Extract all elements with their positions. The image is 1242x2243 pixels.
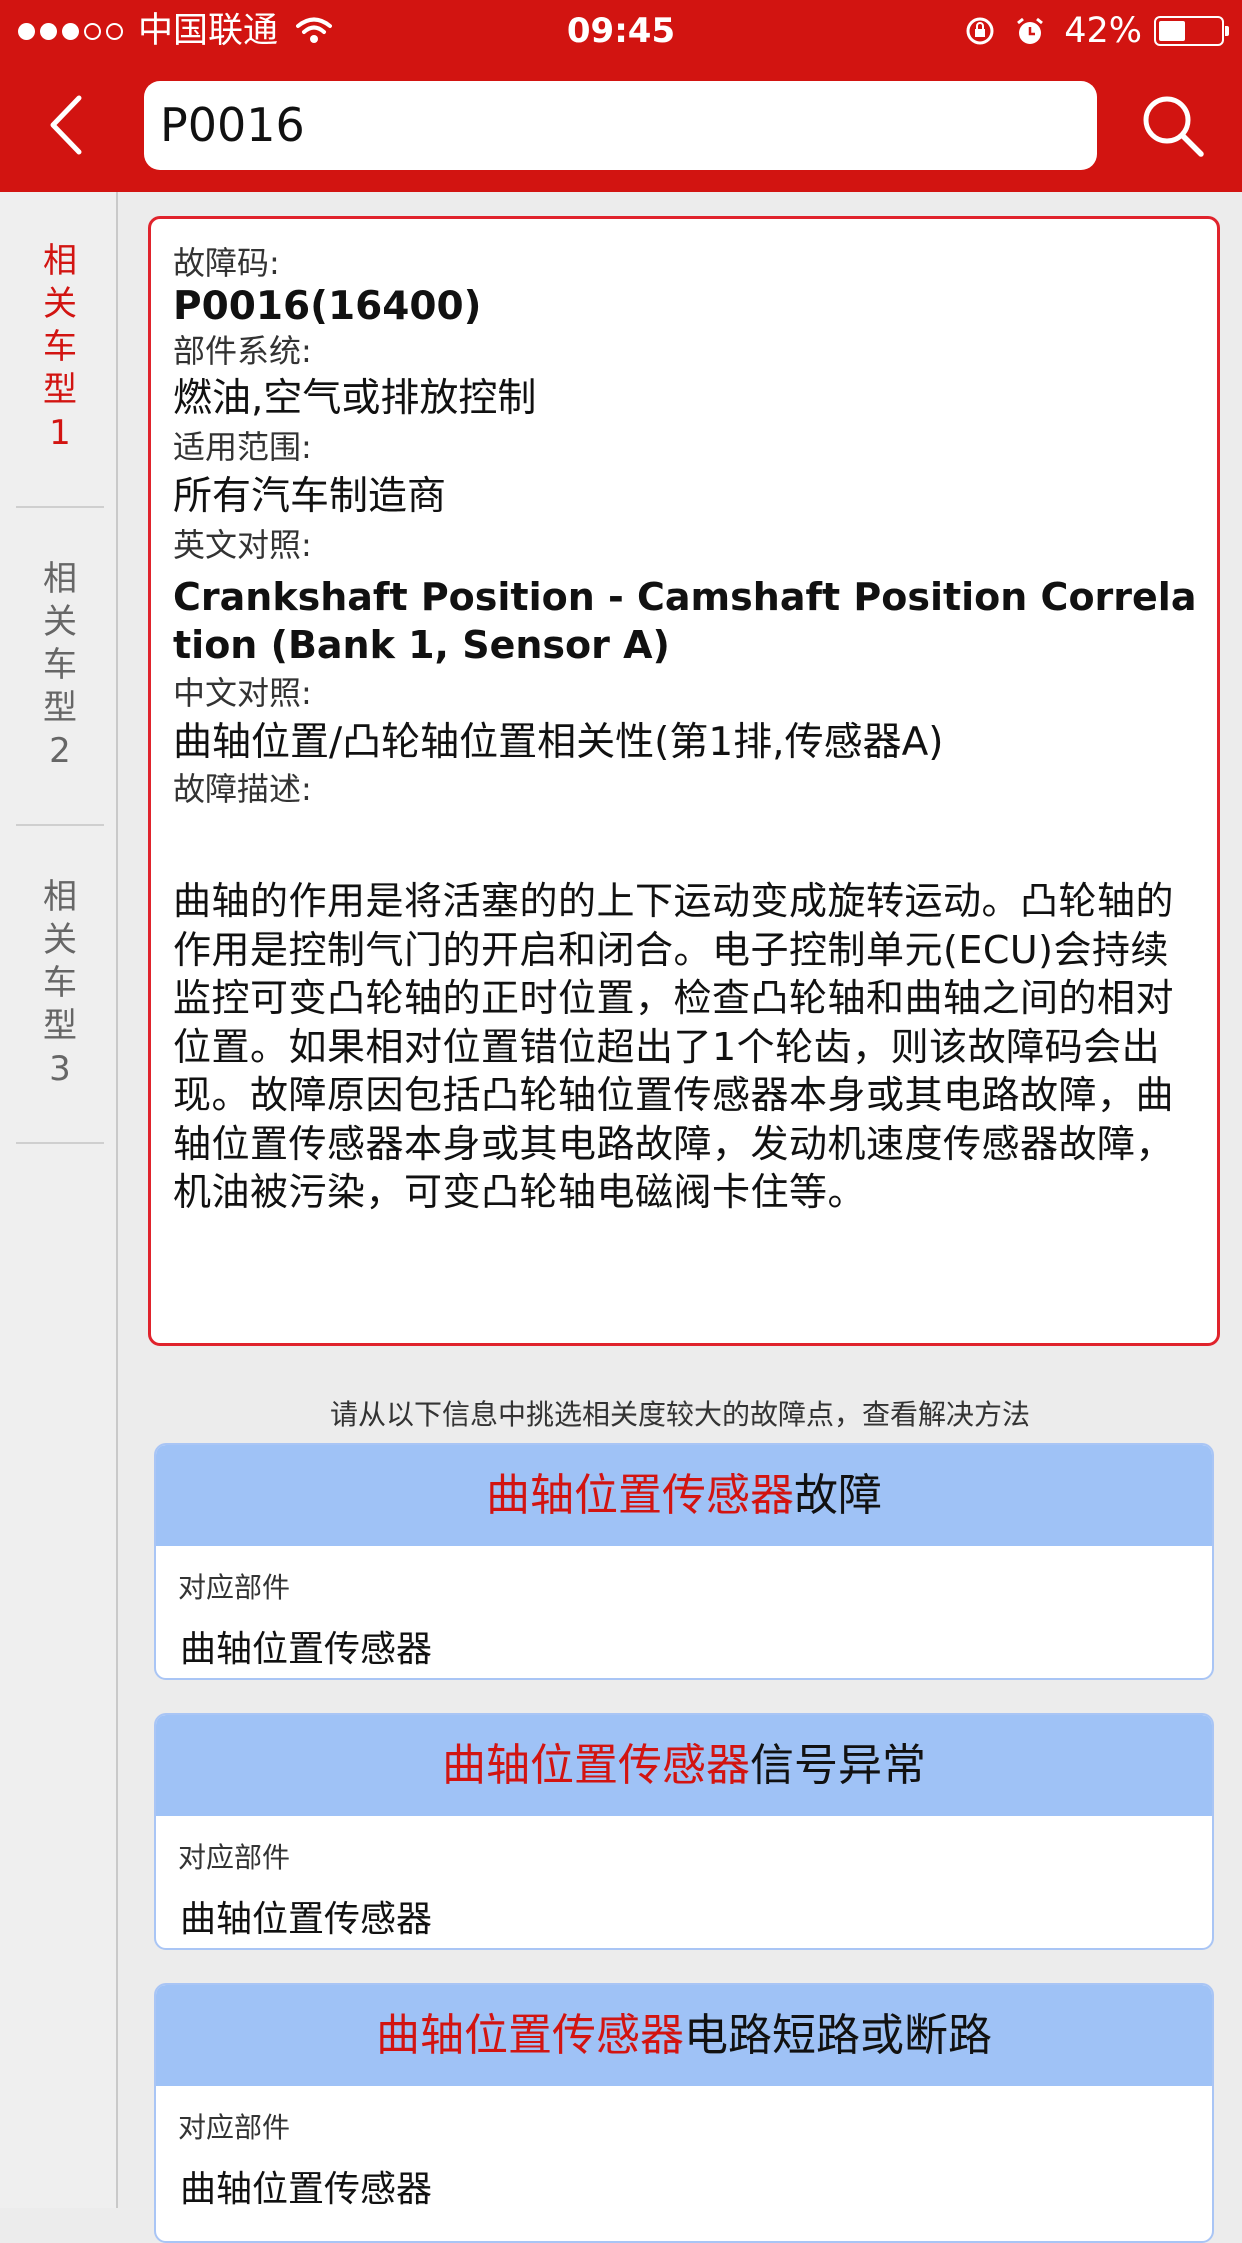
fault-title-issue: 故障 <box>794 1470 882 1521</box>
sidebar-char: 相 <box>43 877 77 917</box>
system-value: 燃油,空气或排放控制 <box>173 376 537 421</box>
search-input[interactable] <box>144 81 1097 170</box>
search-button[interactable] <box>1135 88 1211 164</box>
sidebar-char: 关 <box>43 284 77 324</box>
sidebar-char: 关 <box>43 602 77 642</box>
status-right: 42% <box>964 0 1229 62</box>
fault-info-card: 故障码: P0016(16400) 部件系统: 燃油,空气或排放控制 适用范围:… <box>148 216 1220 1346</box>
description-text: 曲轴的作用是将活塞的的上下运动变成旋转运动。凸轮轴的作用是控制气门的开启和闭合。… <box>173 879 1175 1214</box>
sidebar-divider <box>16 1142 104 1144</box>
part-label: 对应部件 <box>178 1571 291 1604</box>
battery-fill <box>1159 21 1185 41</box>
fault-code-value: P0016(16400) <box>173 284 482 329</box>
sidebar-char: 车 <box>43 645 77 685</box>
battery-percent: 42% <box>1064 11 1142 51</box>
sidebar-divider <box>16 506 104 508</box>
part-value: 曲轴位置传感器 <box>180 1629 433 1670</box>
description-label: 故障描述: <box>173 770 312 808</box>
related-models-sidebar: 相 关 车 型 1 相 关 车 型 2 相 关 车 型 3 <box>0 192 118 2208</box>
scope-value: 所有汽车制造商 <box>173 474 447 519</box>
fault-code-label: 故障码: <box>173 244 280 282</box>
chinese-value: 曲轴位置/凸轮轴位置相关性(第1排,传感器A) <box>173 720 944 765</box>
chinese-label: 中文对照: <box>173 674 312 712</box>
fault-card[interactable]: 曲轴位置传感器电路短路或断路 对应部件 曲轴位置传感器 <box>154 1983 1214 2243</box>
sidebar-item-number: 3 <box>49 1049 71 1089</box>
sidebar-item-model-2[interactable]: 相 关 车 型 2 <box>16 558 104 773</box>
sidebar-divider <box>16 824 104 826</box>
fault-title-issue: 信号异常 <box>750 1740 926 1791</box>
sidebar-char: 型 <box>43 370 77 410</box>
selection-hint: 请从以下信息中挑选相关度较大的故障点，查看解决方法 <box>329 1398 1030 1431</box>
part-value: 曲轴位置传感器 <box>180 2169 433 2210</box>
scope-label: 适用范围: <box>173 428 312 466</box>
part-value: 曲轴位置传感器 <box>180 1899 433 1940</box>
fault-card[interactable]: 曲轴位置传感器故障 对应部件 曲轴位置传感器 <box>154 1443 1214 1680</box>
nav-bar <box>0 62 1242 192</box>
english-label: 英文对照: <box>173 526 312 564</box>
fault-title-issue: 电路短路或断路 <box>684 2010 992 2061</box>
fault-title-part: 曲轴位置传感器 <box>442 1740 750 1791</box>
sidebar-item-number: 2 <box>49 731 71 771</box>
status-bar: 中国联通 09:45 42% <box>0 0 1242 62</box>
english-value: Crankshaft Position - Camshaft Position … <box>173 575 1197 667</box>
fault-card-title: 曲轴位置传感器故障 <box>156 1445 1212 1546</box>
sidebar-char: 关 <box>43 920 77 960</box>
fault-card[interactable]: 曲轴位置传感器信号异常 对应部件 曲轴位置传感器 <box>154 1713 1214 1950</box>
battery-icon <box>1154 16 1229 46</box>
sidebar-char: 车 <box>43 327 77 367</box>
fault-card-title: 曲轴位置传感器电路短路或断路 <box>156 1985 1212 2086</box>
search-icon <box>1143 96 1204 157</box>
sidebar-char: 相 <box>43 241 77 281</box>
sidebar-char: 车 <box>43 963 77 1003</box>
sidebar-item-model-3[interactable]: 相 关 车 型 3 <box>16 876 104 1091</box>
sidebar-item-number: 1 <box>49 413 71 453</box>
system-label: 部件系统: <box>173 332 312 370</box>
part-label: 对应部件 <box>178 2111 291 2144</box>
sidebar-char: 型 <box>43 688 77 728</box>
rotation-lock-icon <box>964 15 996 47</box>
part-label: 对应部件 <box>178 1841 291 1874</box>
back-button[interactable] <box>30 90 100 160</box>
fault-title-part: 曲轴位置传感器 <box>376 2010 684 2061</box>
chevron-left-icon <box>50 95 82 155</box>
sidebar-char: 型 <box>43 1006 77 1046</box>
sidebar-char: 相 <box>43 559 77 599</box>
fault-card-title: 曲轴位置传感器信号异常 <box>156 1715 1212 1816</box>
sidebar-item-model-1[interactable]: 相 关 车 型 1 <box>16 240 104 455</box>
alarm-icon <box>1014 15 1046 47</box>
fault-title-part: 曲轴位置传感器 <box>486 1470 794 1521</box>
